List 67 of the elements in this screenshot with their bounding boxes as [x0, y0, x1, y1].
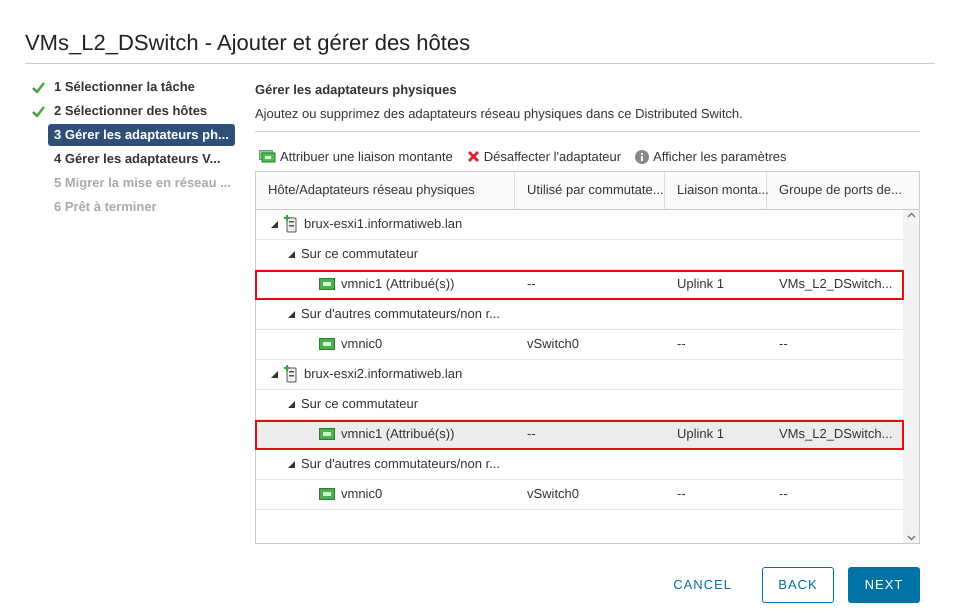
section-description: Ajoutez ou supprimez des adaptateurs réseau physiques dans ce Distributed Switch.: [255, 104, 744, 123]
table-cell-text: Sur ce commutateur: [301, 395, 418, 414]
cancel-button[interactable]: CANCEL: [657, 566, 748, 602]
table-row[interactable]: Sur ce commutateur: [256, 240, 903, 270]
table-row[interactable]: Sur d'autres commutateurs/non r...: [256, 450, 903, 480]
column-header[interactable]: Groupe de ports de...: [767, 172, 901, 208]
network-card-icon: [319, 278, 335, 290]
expand-caret-icon[interactable]: [288, 460, 295, 468]
table-row[interactable]: brux-esxi2.informatiweb.lan: [256, 360, 903, 390]
toolbar-button[interactable]: Afficher les paramètres: [635, 147, 787, 166]
scrollbar[interactable]: [903, 210, 919, 542]
table-row[interactable]: vmnic0 vSwitch0 -- --: [256, 330, 903, 360]
network-card-icon: [319, 488, 335, 500]
table-cell: --: [677, 336, 686, 352]
table-cell: --: [677, 486, 686, 502]
close-icon: [466, 150, 480, 164]
table-cell-text: brux-esxi2.informatiweb.lan: [304, 365, 462, 384]
info-icon: [635, 150, 650, 164]
table-cell: VMs_L2_DSwitch...: [779, 276, 892, 292]
table-cell-text: vmnic1 (Attribué(s)): [341, 425, 454, 444]
table-row[interactable]: Sur ce commutateur: [256, 390, 903, 420]
table-cell: Uplink 1: [677, 276, 724, 292]
table-row[interactable]: brux-esxi1.informatiweb.lan: [256, 210, 903, 240]
table-cell: vSwitch0: [527, 336, 580, 352]
expand-caret-icon[interactable]: [271, 220, 278, 228]
wizard-step[interactable]: 4 Gérer les adaptateurs V...: [48, 148, 226, 170]
table-cell: --: [527, 426, 536, 442]
table-cell-text: brux-esxi1.informatiweb.lan: [304, 215, 462, 234]
expand-caret-icon[interactable]: [288, 310, 295, 318]
scroll-down-icon[interactable]: [906, 534, 916, 540]
table-cell: --: [527, 276, 536, 292]
back-button[interactable]: BACK: [762, 566, 834, 602]
table-cell-text: Sur d'autres commutateurs/non r...: [301, 305, 500, 324]
expand-caret-icon[interactable]: [288, 400, 295, 408]
table-cell: Uplink 1: [677, 426, 724, 442]
table-cell: VMs_L2_DSwitch...: [779, 426, 892, 442]
toolbar-button[interactable]: Désaffecter l'adaptateur: [466, 147, 622, 166]
network-card-icon: [319, 338, 335, 350]
column-header[interactable]: Liaison monta...: [665, 172, 767, 208]
table-row[interactable]: vmnic1 (Attribué(s)) -- Uplink 1 VMs_L2_DSwitch...: [256, 420, 903, 450]
wizard-step[interactable]: 1 Sélectionner la tâche: [48, 76, 201, 98]
wizard-step[interactable]: 3 Gérer les adaptateurs ph...: [48, 124, 235, 146]
server-icon: [284, 365, 298, 383]
section-title: Gérer les adaptateurs physiques: [255, 81, 458, 99]
table-cell-text: Sur d'autres commutateurs/non r...: [301, 455, 500, 474]
toolbar-button[interactable]: Attribuer une liaison montante: [259, 147, 453, 166]
table-cell-text: vmnic1 (Attribué(s)): [341, 275, 454, 294]
dialog-title: VMs_L2_DSwitch - Ajouter et gérer des hôtes: [25, 29, 472, 57]
table-cell-text: vmnic0: [341, 485, 382, 504]
network-card-icon: [319, 428, 335, 440]
table-cell-text: Sur ce commutateur: [301, 245, 418, 264]
expand-caret-icon[interactable]: [288, 250, 295, 258]
scroll-up-icon[interactable]: [906, 212, 916, 218]
table-cell: vSwitch0: [527, 486, 580, 502]
table-cell: --: [779, 486, 788, 502]
network-card-icon: [259, 150, 276, 164]
table-row[interactable]: Sur d'autres commutateurs/non r...: [256, 300, 903, 330]
table-row[interactable]: vmnic1 (Attribué(s)) -- Uplink 1 VMs_L2_DSwitch...: [256, 270, 903, 300]
table-cell: --: [779, 336, 788, 352]
wizard-step[interactable]: 2 Sélectionner des hôtes: [48, 100, 214, 122]
table-row[interactable]: vmnic0 vSwitch0 -- --: [256, 480, 903, 510]
server-icon: [284, 215, 298, 233]
expand-caret-icon[interactable]: [271, 370, 278, 378]
column-header[interactable]: Hôte/Adaptateurs réseau physiques: [256, 172, 515, 208]
column-header[interactable]: Utilisé par commutate...: [515, 172, 665, 208]
table-cell-text: vmnic0: [341, 335, 382, 354]
next-button[interactable]: NEXT: [848, 566, 920, 602]
